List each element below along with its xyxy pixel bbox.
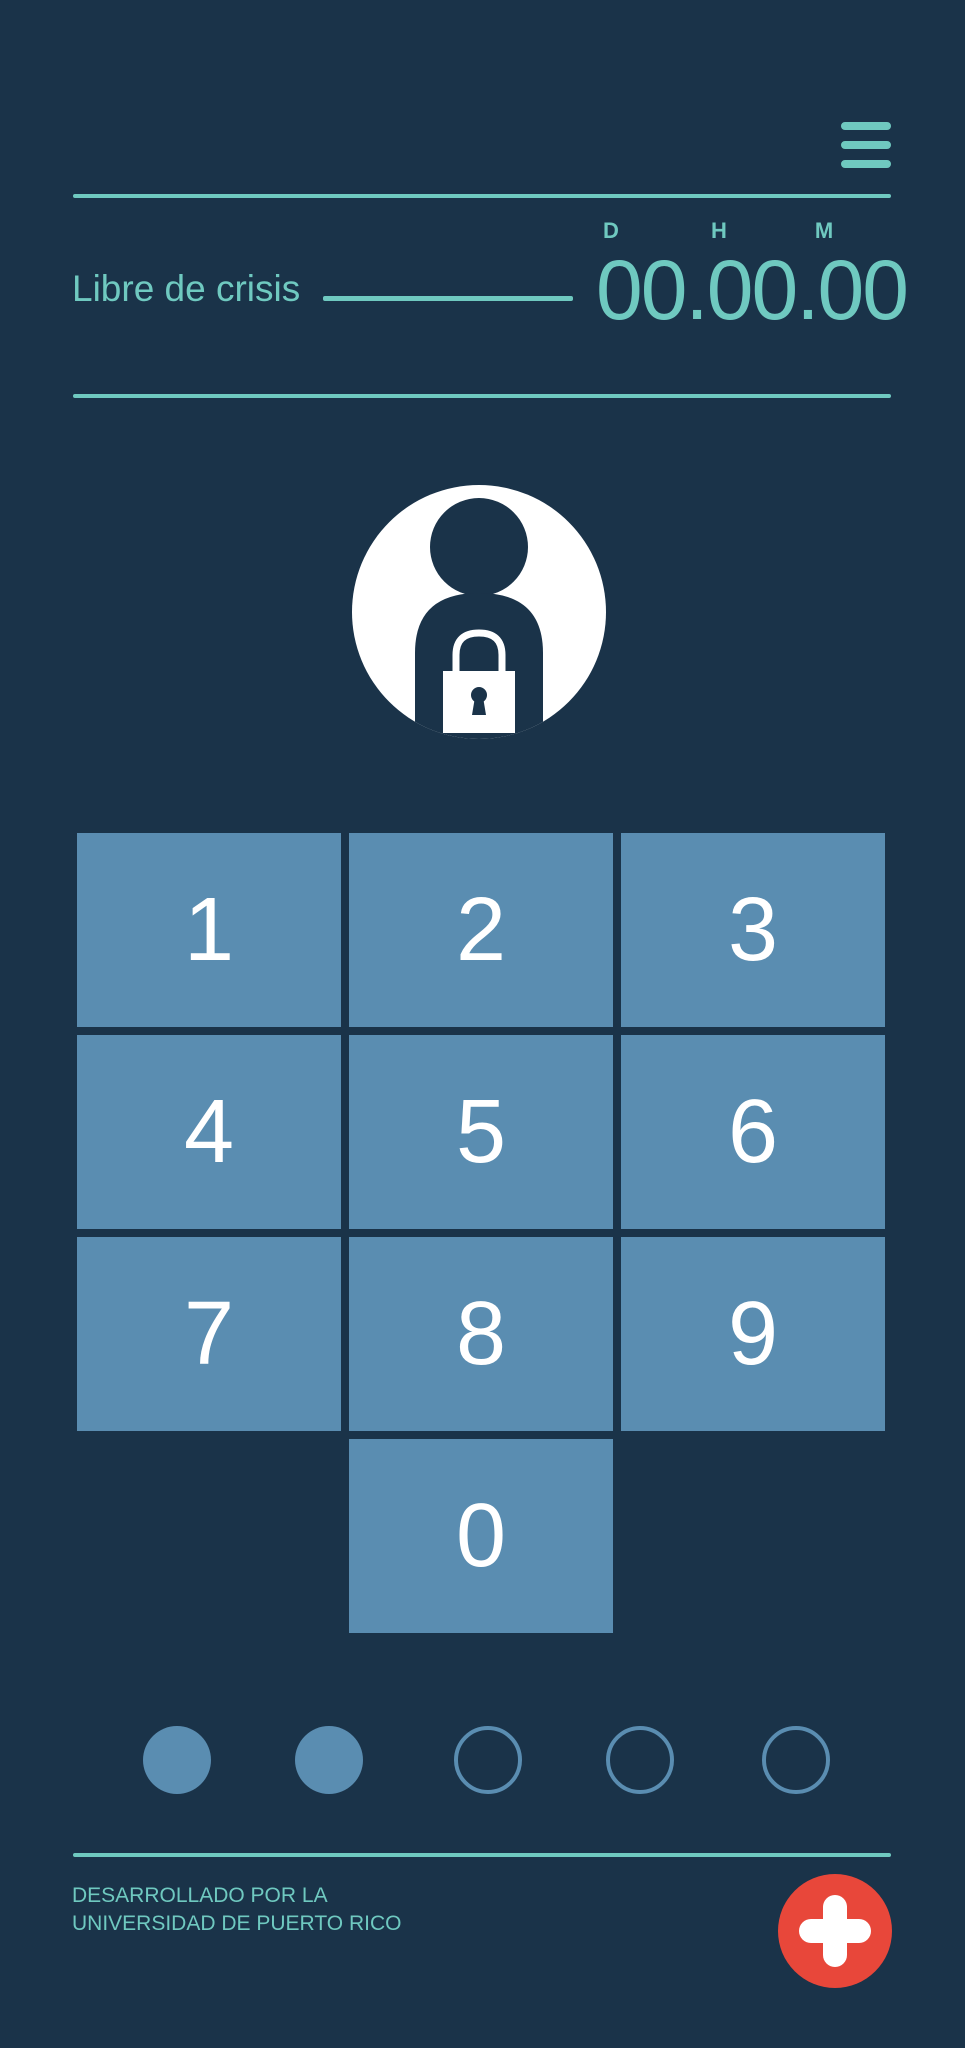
pin-dot-2 — [295, 1726, 363, 1794]
crisis-free-timer: 00.00.00 — [596, 243, 909, 337]
key-1[interactable]: 1 — [77, 833, 341, 1027]
developer-credit: DESARROLLADO POR LA UNIVERSIDAD DE PUERT… — [72, 1882, 401, 1938]
days-unit-label: D — [603, 218, 619, 243]
credit-line-1: DESARROLLADO POR LA — [72, 1884, 328, 1907]
key-5[interactable]: 5 — [349, 1035, 613, 1229]
key-4[interactable]: 4 — [77, 1035, 341, 1229]
pin-dot-3 — [454, 1726, 522, 1794]
locked-user-icon — [350, 483, 608, 741]
emergency-button[interactable] — [778, 1874, 892, 1988]
key-3[interactable]: 3 — [621, 833, 885, 1027]
minutes-unit-label: M — [814, 218, 834, 243]
pin-dot-1 — [143, 1726, 211, 1794]
crisis-free-label: Libre de crisis — [72, 268, 301, 309]
key-7[interactable]: 7 — [77, 1237, 341, 1431]
key-0[interactable]: 0 — [349, 1439, 613, 1633]
label-connector-line — [323, 296, 573, 301]
top-divider — [73, 194, 891, 198]
key-6[interactable]: 6 — [621, 1035, 885, 1229]
menu-icon[interactable] — [841, 120, 891, 170]
status-divider — [73, 394, 891, 398]
key-8[interactable]: 8 — [349, 1237, 613, 1431]
hours-unit-label: H — [711, 218, 727, 243]
credit-line-2: UNIVERSIDAD DE PUERTO RICO — [72, 1912, 402, 1935]
pin-dot-5 — [762, 1726, 830, 1794]
pin-dot-4 — [606, 1726, 674, 1794]
footer-divider — [73, 1853, 891, 1857]
key-2[interactable]: 2 — [349, 833, 613, 1027]
key-9[interactable]: 9 — [621, 1237, 885, 1431]
